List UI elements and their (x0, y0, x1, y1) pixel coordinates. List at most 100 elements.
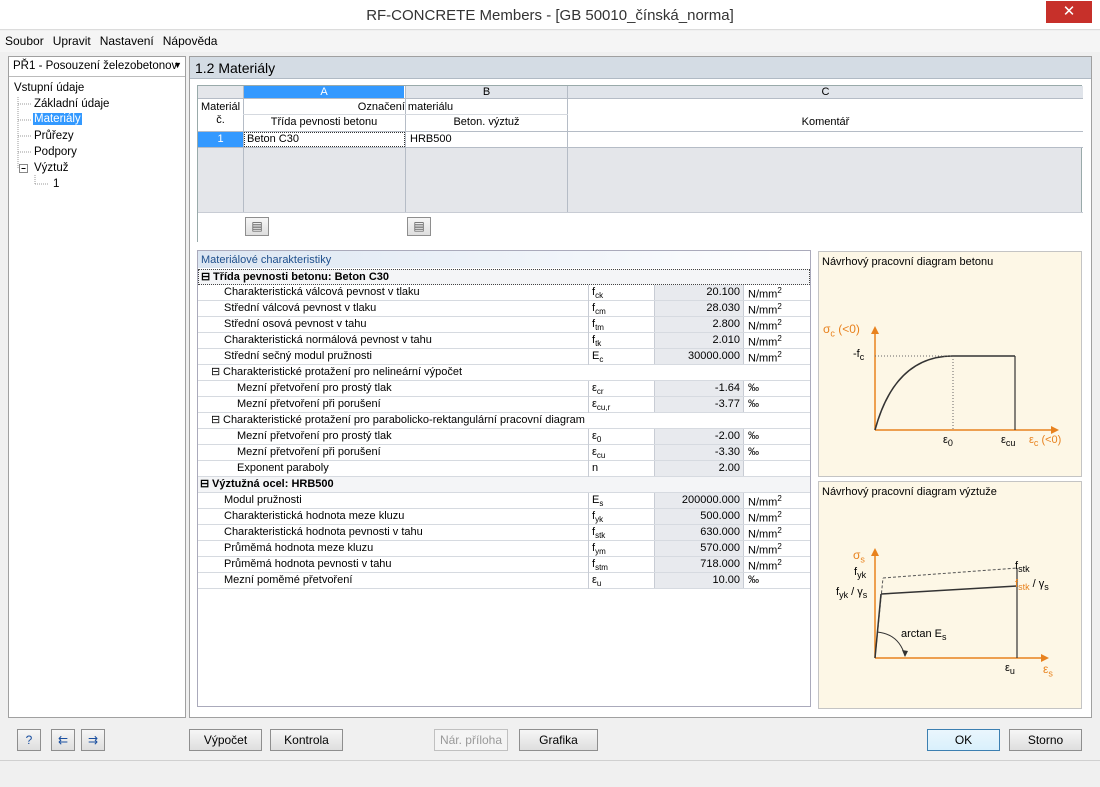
property-value: -3.77 (654, 397, 744, 412)
property-label: Mezní poměmé přetvoření (224, 574, 353, 586)
book-icon: ▤ (413, 219, 425, 233)
property-unit: ‰ (748, 574, 759, 586)
rowhead-no: č. (216, 114, 225, 126)
property-row[interactable]: Střední sečný modul pružnosti Ec 30000.000… (198, 349, 810, 365)
col-letter-a: A (320, 86, 328, 98)
property-group-header[interactable]: ⊟ Výztužná ocel: HRB500 (198, 477, 810, 493)
tree-item-reinforcement[interactable]: Výztuž (34, 162, 69, 174)
cancel-button[interactable]: Storno (1009, 729, 1082, 751)
property-value: 20.100 (654, 285, 744, 300)
property-row[interactable]: Charakteristická hodnota meze kluzu fyk 50… (198, 509, 810, 525)
export-button[interactable]: ⇉ (81, 729, 105, 751)
rebar-diagram: Návrhový pracovní diagram výztuže σs fyk… (818, 481, 1082, 709)
collapse-icon[interactable]: ⊟ (211, 365, 220, 378)
tree-item-supports[interactable]: Podpory (34, 146, 77, 158)
tree-item-reinforcement-1[interactable]: 1 (53, 178, 59, 190)
property-value: -1.64 (654, 381, 744, 396)
property-symbol: εu (592, 574, 602, 589)
concrete-class-cell[interactable]: Beton C30 (247, 133, 299, 145)
materials-table: A B C Materiál č. Označení materiálu Tří… (197, 85, 1083, 242)
property-symbol: fstk (592, 526, 606, 541)
property-unit: N/mm2 (748, 318, 782, 333)
rebar-library-button[interactable]: ▤ (407, 217, 431, 236)
status-bar (0, 760, 1100, 787)
book-icon: ▤ (251, 219, 263, 233)
property-label: Střední sečný modul pružnosti (224, 350, 372, 362)
property-label: Modul pružnosti (224, 494, 302, 506)
property-label: Průměmá hodnota meze kluzu (224, 542, 374, 554)
property-symbol: n (592, 462, 599, 474)
property-label: Charakteristická hodnota pevnosti v tahu (224, 526, 423, 538)
tree-item-sections[interactable]: Průřezy (34, 130, 74, 142)
property-symbol: Es (592, 494, 604, 509)
property-row[interactable]: Mezní poměmé přetvoření εu 10.00 ‰ (198, 573, 810, 589)
property-label: Střední válcová pevnost v tlaku (224, 302, 377, 314)
rebar-cell[interactable]: HRB500 (410, 133, 452, 145)
property-label: Charakteristické protažení pro parabolic… (223, 414, 585, 426)
property-label: Charakteristické protažení pro nelineárn… (223, 366, 463, 378)
property-row[interactable]: Charakteristická hodnota pevnosti v tahu… (198, 525, 810, 541)
import-button[interactable]: ⇇ (51, 729, 75, 751)
property-unit: N/mm2 (748, 494, 782, 509)
rebar-fstk-gamma-label: fstk / γs (1015, 578, 1049, 593)
property-label: Charakteristická hodnota meze kluzu (224, 510, 405, 522)
property-value: -2.00 (654, 429, 744, 444)
col-letter-c: C (821, 86, 830, 98)
menu-file[interactable]: Soubor (0, 31, 48, 48)
tree-root[interactable]: Vstupní údaje (14, 82, 84, 94)
property-symbol: εcr (592, 382, 604, 397)
concrete-fc-label: -fc (853, 348, 865, 363)
property-symbol: ε0 (592, 430, 602, 445)
collapse-icon[interactable]: ⊟ (211, 413, 220, 426)
rebar-x-label: εs (1043, 662, 1053, 679)
collapse-icon[interactable]: ⊟ (201, 270, 210, 283)
menu-settings[interactable]: Nastavení (95, 31, 158, 48)
collapse-icon[interactable]: ⊟ (200, 477, 209, 490)
property-value: 2.010 (654, 333, 744, 348)
property-row[interactable]: Mezní přetvoření pro prostý tlak εcr -1.64… (198, 381, 810, 397)
rebar-fyk-label: fyk (854, 566, 867, 581)
calculate-button[interactable]: Výpočet (189, 729, 262, 751)
property-label: Mezní přetvoření při porušení (237, 398, 381, 410)
property-subgroup-header[interactable]: ⊟ Charakteristické protažení pro paraboli… (198, 413, 810, 429)
property-row[interactable]: Střední osová pevnost v tahu ftm 2.800 N/mm… (198, 317, 810, 333)
property-unit: N/mm2 (748, 286, 782, 301)
property-unit: ‰ (748, 430, 759, 442)
property-row[interactable]: Průměmá hodnota meze kluzu fym 570.000 N/mm… (198, 541, 810, 557)
window-title: RF-CONCRETE Members - [GB 50010_čínská_n… (366, 7, 734, 24)
graphics-button[interactable]: Grafika (519, 729, 598, 751)
property-unit: ‰ (748, 382, 759, 394)
help-button[interactable]: ? (17, 729, 41, 751)
concrete-library-button[interactable]: ▤ (245, 217, 269, 236)
property-row[interactable]: Střední válcová pevnost v tlaku fcm 28.030… (198, 301, 810, 317)
property-symbol: fstm (592, 558, 608, 573)
close-button[interactable]: ✕ (1046, 1, 1092, 23)
menu-bar: Soubor Upravit Nastavení Nápověda (0, 31, 1100, 52)
library-bar (198, 212, 1083, 242)
property-row[interactable]: Mezní přetvoření pro prostý tlak ε0 -2.00 ‰ (198, 429, 810, 445)
property-value: 2.00 (654, 461, 744, 476)
national-annex-button[interactable]: Nár. příloha ... (434, 729, 508, 767)
ok-button[interactable]: OK (927, 729, 1000, 751)
property-subgroup-header[interactable]: ⊟ Charakteristické protažení pro nelineár… (198, 365, 810, 381)
rebar-y-label: σs (853, 548, 865, 565)
property-row[interactable]: Modul pružnosti Es 200000.000 N/mm2 (198, 493, 810, 509)
property-row[interactable]: Průměmá hodnota pevnosti v tahu fstm 718.0… (198, 557, 810, 573)
property-row[interactable]: Charakteristická válcová pevnost v tlaku… (198, 285, 810, 301)
property-row[interactable]: Exponent paraboly n 2.00 (198, 461, 810, 477)
property-row[interactable]: Mezní přetvoření při porušení εcu -3.30 ‰ (198, 445, 810, 461)
menu-help[interactable]: Nápověda (158, 31, 222, 48)
property-label: Mezní přetvoření pro prostý tlak (237, 430, 392, 442)
tree-item-materials[interactable]: Materiály (33, 113, 82, 125)
property-unit: ‰ (748, 446, 759, 458)
row-number: 1 (217, 133, 224, 145)
title-bar: RF-CONCRETE Members - [GB 50010_čínská_n… (0, 0, 1100, 30)
tree-item-basic[interactable]: Základní údaje (34, 98, 109, 110)
property-row[interactable]: Mezní přetvoření při porušení εcu,r -3.77 ‰ (198, 397, 810, 413)
menu-edit[interactable]: Upravit (48, 31, 95, 48)
main-panel: 1.2 Materiály A B C Materiál č. Označení… (189, 56, 1092, 718)
help-icon: ? (25, 733, 33, 747)
property-row[interactable]: Charakteristická normálová pevnost v tah… (198, 333, 810, 349)
property-group-header[interactable]: ⊟ Třída pevnosti betonu: Beton C30 (198, 269, 810, 285)
check-button[interactable]: Kontrola (270, 729, 343, 751)
